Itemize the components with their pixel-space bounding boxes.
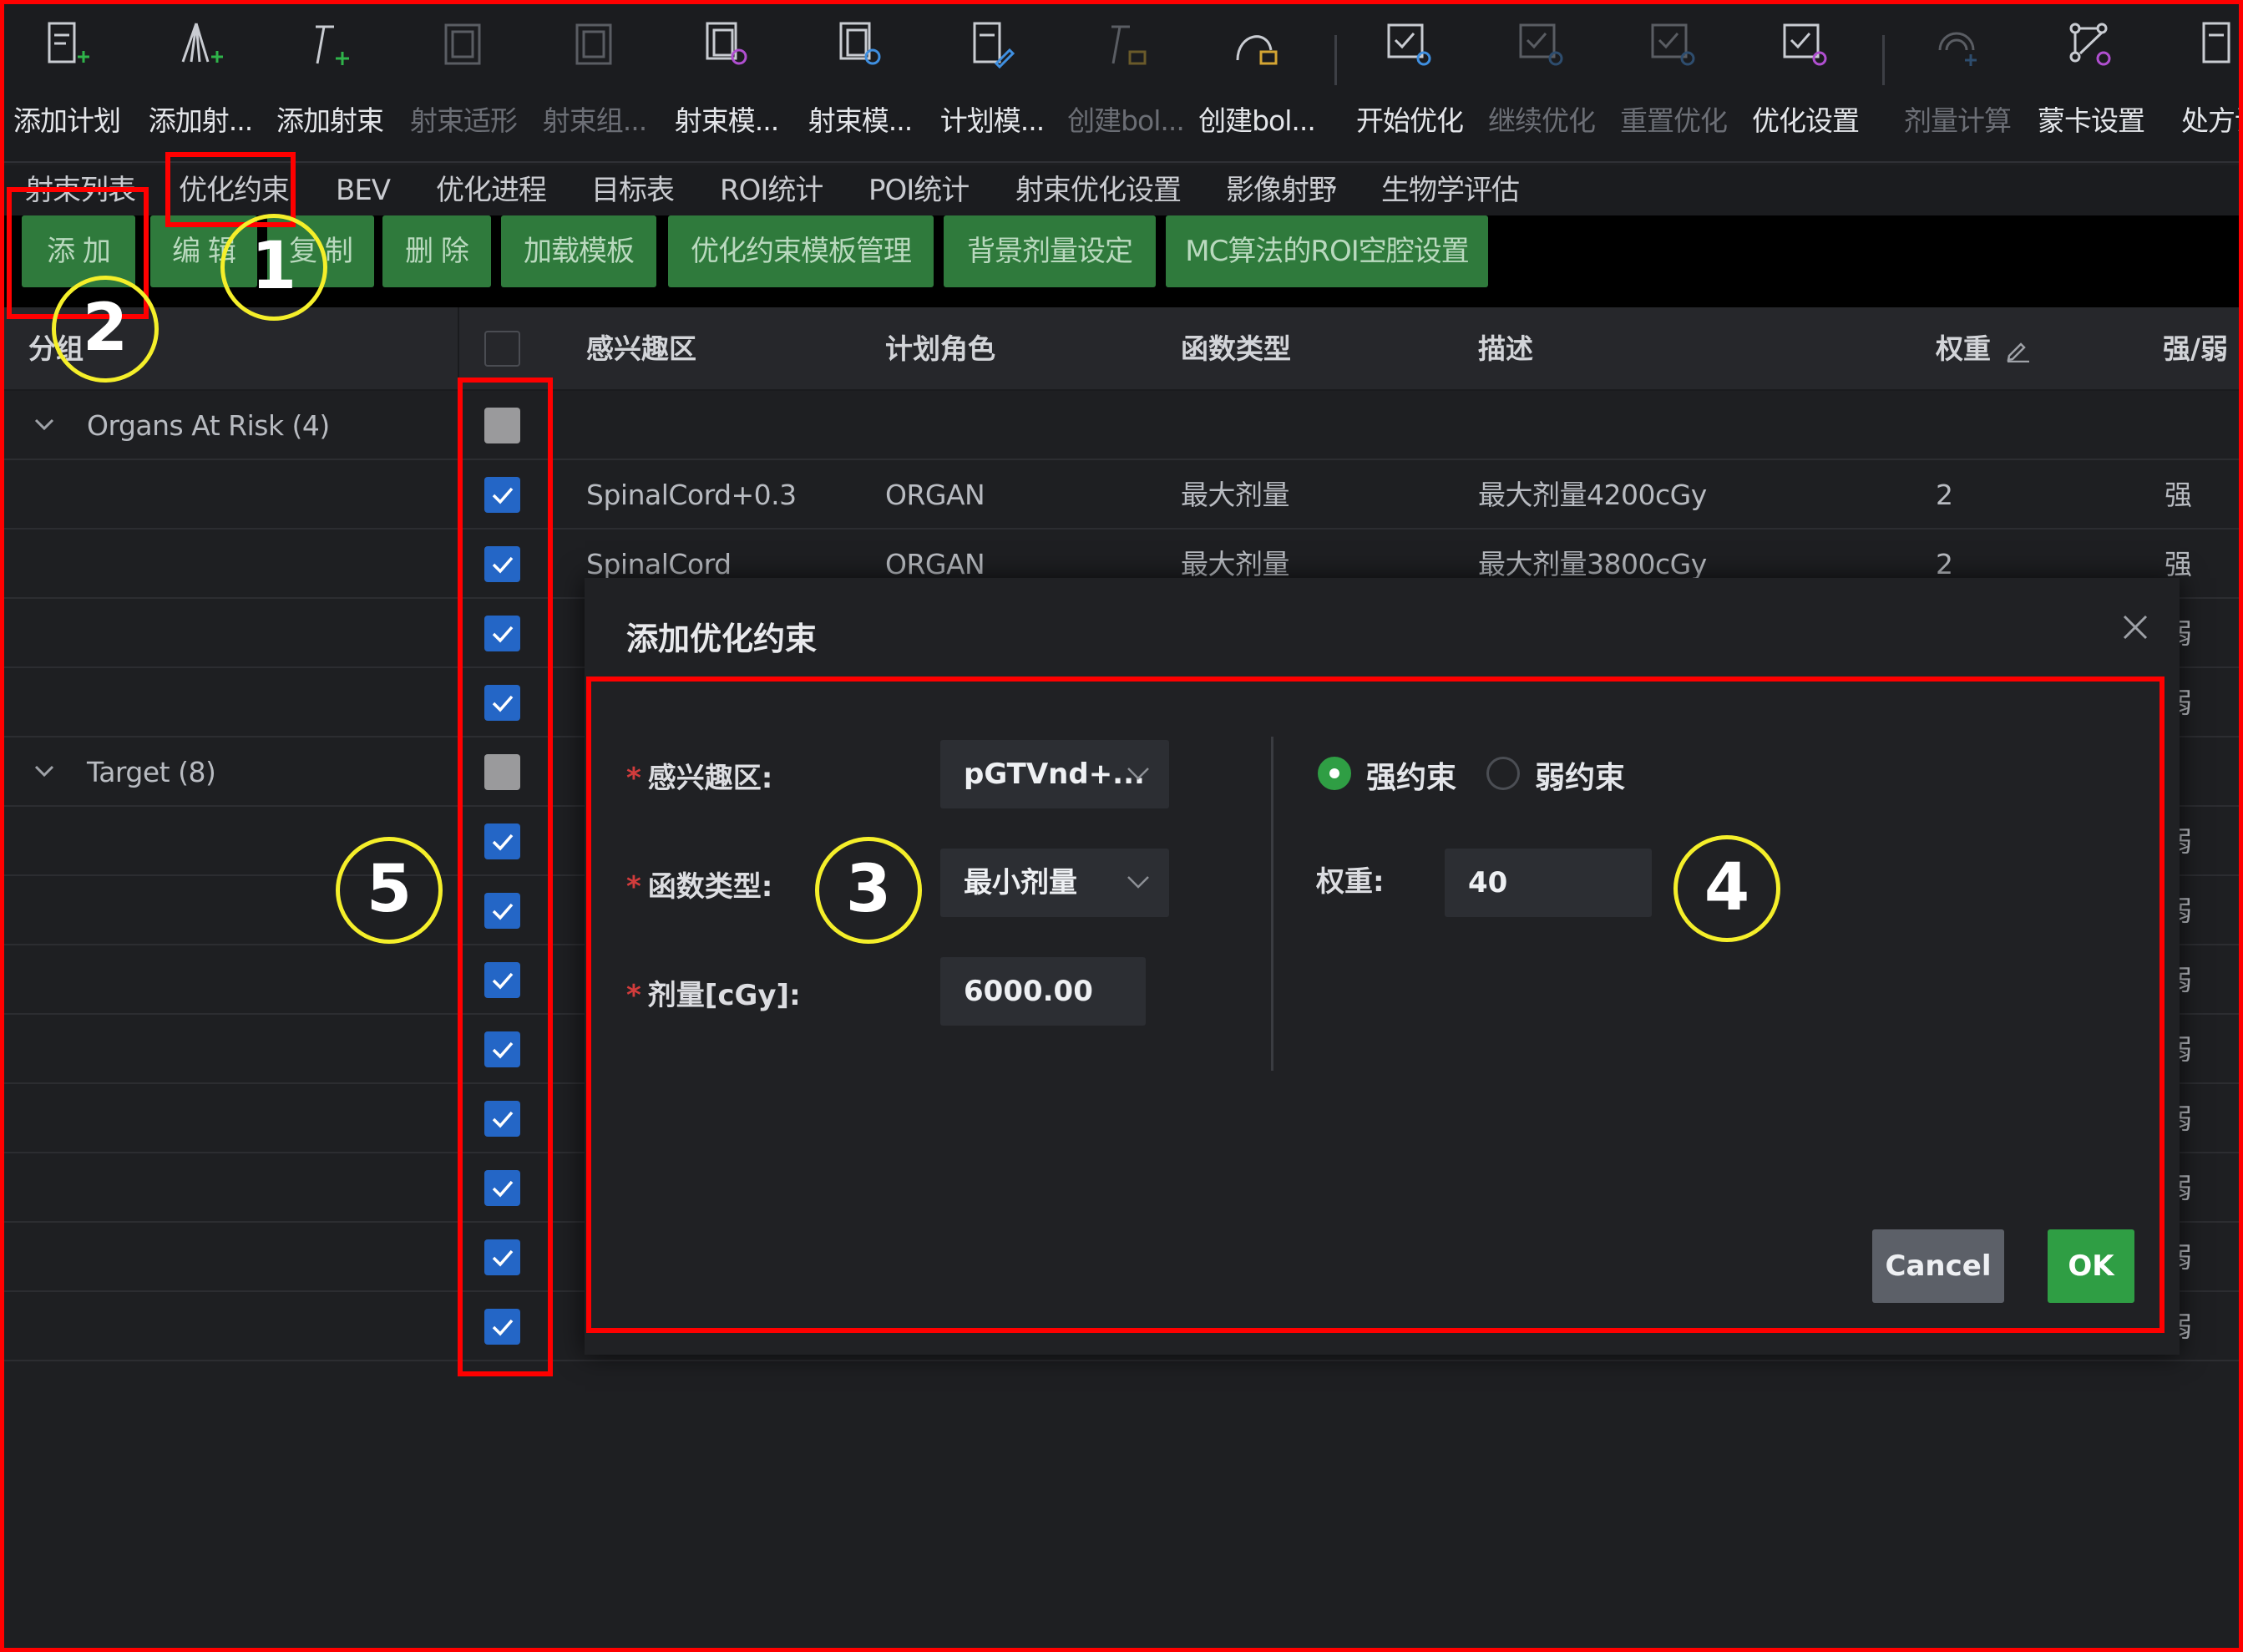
callout-1: 1 <box>220 214 327 321</box>
callout-4: 4 <box>1673 835 1780 942</box>
callout-2: 2 <box>52 276 159 383</box>
callout-3: 3 <box>815 837 922 944</box>
callout-5: 5 <box>336 837 443 944</box>
annotation-box-dialog <box>586 677 2165 1333</box>
annotation-box-checkboxes <box>458 378 553 1376</box>
